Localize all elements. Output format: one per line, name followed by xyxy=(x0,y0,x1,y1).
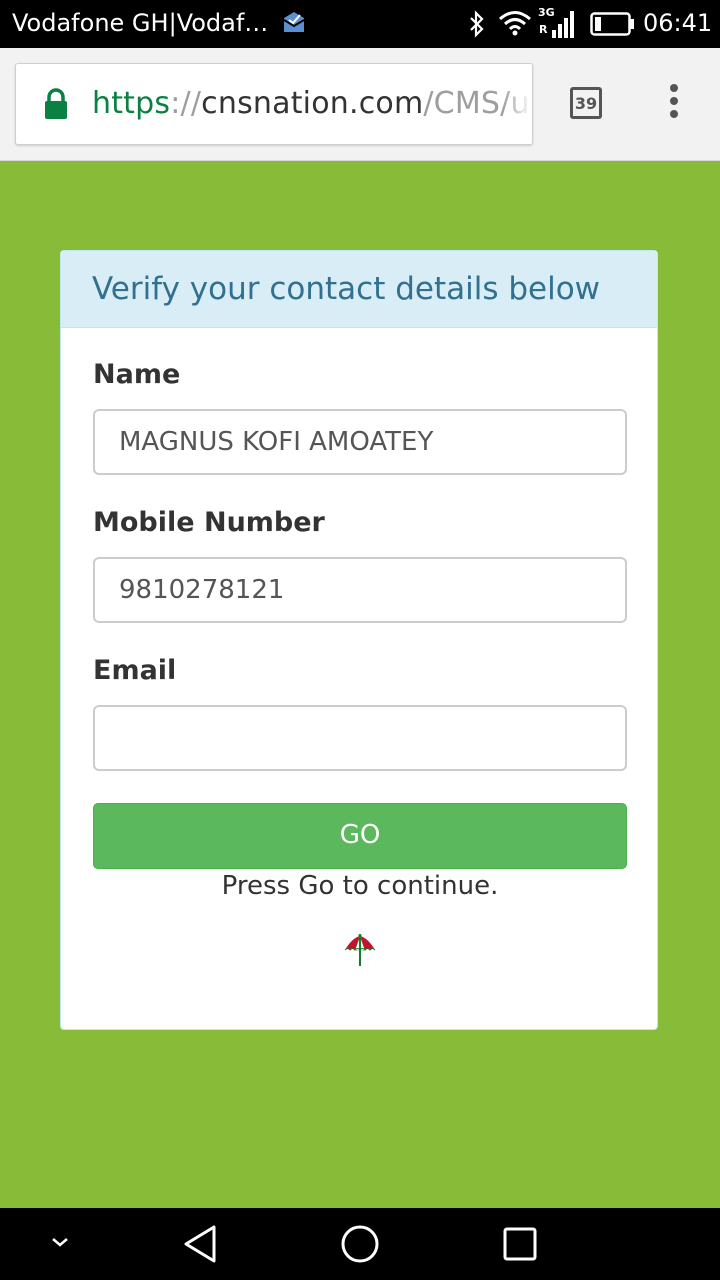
url-separator: :// xyxy=(170,86,202,121)
url-fade xyxy=(502,64,532,144)
signal-icon: 3G R xyxy=(537,6,581,40)
email-label: Email xyxy=(93,655,177,686)
tab-count: 39 xyxy=(574,94,598,113)
panel-title: Verify your contact details below xyxy=(92,271,601,307)
chevron-down-icon[interactable] xyxy=(48,1232,72,1252)
mobile-number-field[interactable]: 9810278121 xyxy=(93,557,627,623)
recents-icon[interactable] xyxy=(502,1226,538,1262)
home-icon[interactable] xyxy=(340,1224,380,1264)
wifi-icon xyxy=(499,11,531,36)
url-scheme: https xyxy=(92,86,171,121)
tabs-icon[interactable]: 39 xyxy=(570,87,602,119)
go-button[interactable]: GO xyxy=(93,803,627,869)
overflow-menu-icon[interactable] xyxy=(664,84,684,124)
mail-icon xyxy=(283,12,305,32)
lock-icon xyxy=(45,88,67,119)
battery-icon xyxy=(590,12,634,36)
status-bar: Vodafone GH|Vodaf… 3G R 06:41 xyxy=(0,0,720,48)
bluetooth-icon xyxy=(470,10,484,38)
carrier-name: Vodafone GH|Vodaf… xyxy=(12,9,269,37)
panel-heading: Verify your contact details below xyxy=(61,251,657,328)
url-text: https://cnsnation.com/CMS/u xyxy=(92,86,530,121)
name-label: Name xyxy=(93,359,181,390)
back-icon[interactable] xyxy=(182,1224,220,1264)
address-bar[interactable]: https://cnsnation.com/CMS/u xyxy=(15,63,533,145)
mobile-number-label: Mobile Number xyxy=(93,507,325,538)
browser-toolbar: https://cnsnation.com/CMS/u 39 xyxy=(0,48,720,161)
continue-hint: Press Go to continue. xyxy=(221,871,499,901)
verify-panel: Verify your contact details below Name M… xyxy=(60,250,658,1030)
clock: 06:41 xyxy=(643,9,713,37)
name-field[interactable]: MAGNUS KOFI AMOATEY xyxy=(93,409,627,475)
email-field[interactable] xyxy=(93,705,627,771)
url-host: cnsnation.com xyxy=(201,86,424,121)
umbrella-logo-icon xyxy=(344,934,376,966)
